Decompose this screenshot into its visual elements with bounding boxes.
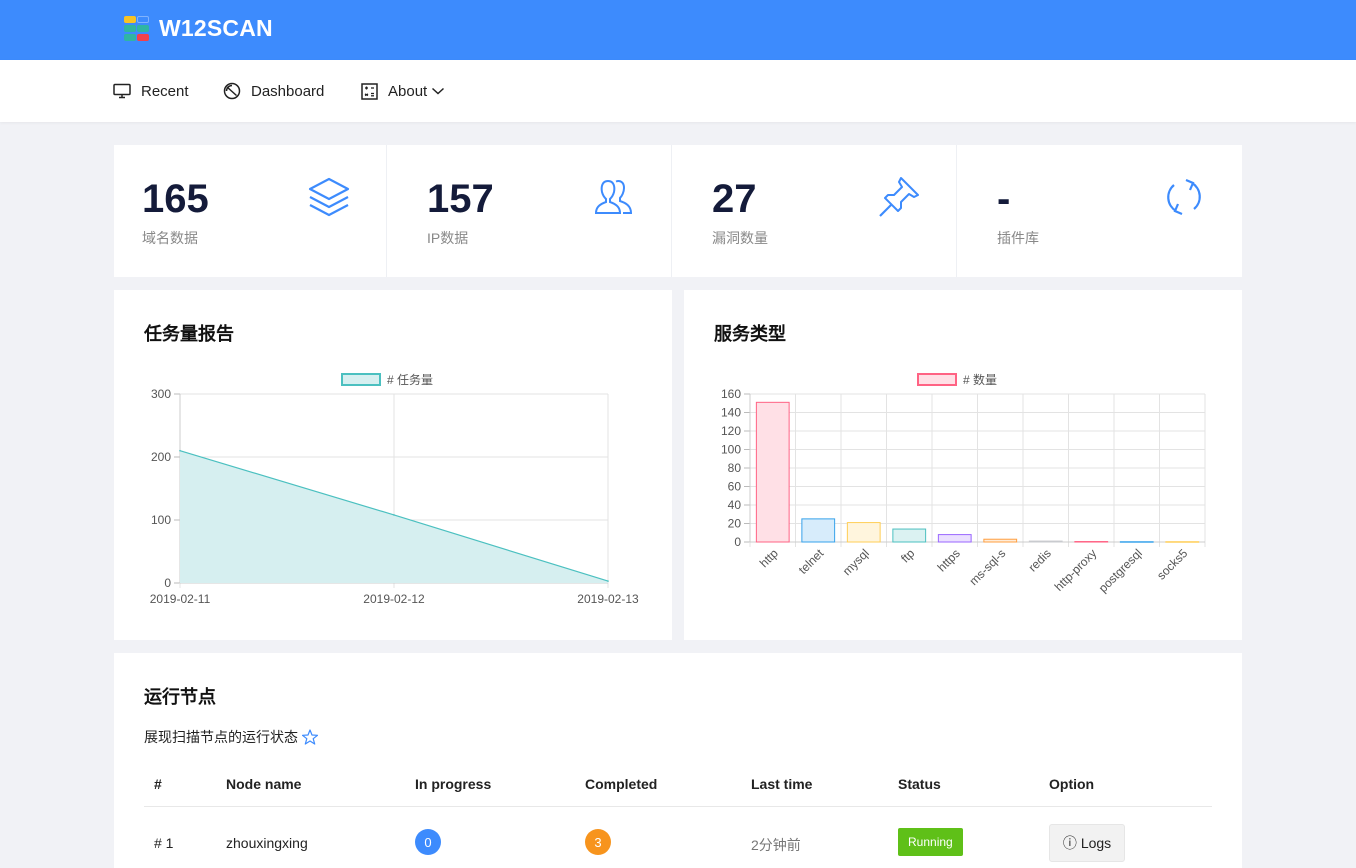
star-icon[interactable] [302, 729, 318, 745]
stat-value: 27 [712, 177, 757, 221]
x-tick-label: telnet [796, 546, 827, 577]
last-time: 2分钟前 [751, 837, 801, 853]
nav-bar: Recent Dashboard About [0, 60, 1356, 122]
y-tick-label: 100 [151, 513, 171, 527]
x-tick-label: 2019-02-11 [150, 592, 211, 606]
x-tick-label: socks5 [1154, 546, 1191, 583]
bar [801, 518, 836, 543]
stat-label: 域名数据 [142, 230, 198, 246]
nav-recent-label: Recent [141, 82, 189, 100]
stat-label: IP数据 [427, 230, 469, 246]
y-tick-label: 40 [728, 498, 742, 512]
service-chart: 020406080100120140160http telnet mysql ftp h… [721, 387, 1206, 595]
x-tick-label: 2019-02-12 [363, 592, 425, 606]
data-point [179, 449, 181, 452]
pin-icon [879, 177, 919, 217]
y-tick-label: 80 [728, 461, 742, 475]
y-tick-label: 300 [151, 387, 171, 401]
col-header-index: # [154, 776, 162, 792]
nodes-subtitle-text: 展现扫描节点的运行状态 [144, 729, 298, 745]
top-bar: W12SCAN [0, 0, 1356, 60]
y-tick-label: 20 [728, 517, 742, 531]
divider [956, 145, 957, 277]
stat-value: - [997, 177, 1011, 221]
y-tick-label: 0 [164, 576, 171, 590]
stats-card: 165 域名数据 157 IP数据 27 漏洞数量 - 插件库 [114, 145, 1242, 277]
stat-label: 插件库 [997, 230, 1039, 246]
y-tick-label: 120 [721, 424, 741, 438]
bar [846, 522, 881, 543]
y-tick-label: 60 [728, 480, 742, 494]
bar [892, 528, 927, 543]
y-tick-label: 100 [721, 443, 741, 457]
table-header-divider [144, 806, 1212, 807]
x-tick-label: ms-sql-s [966, 546, 1008, 588]
x-tick-label: ftp [898, 546, 918, 566]
info-icon: ⓘ [1062, 835, 1077, 851]
dashboard-icon [223, 82, 241, 100]
status-badge: Running [898, 828, 963, 856]
logs-button-label: Logs [1080, 835, 1112, 851]
stat-value: 157 [427, 177, 494, 221]
nav-dashboard-label: Dashboard [251, 82, 325, 100]
x-tick-label: https [935, 546, 963, 574]
stat-domains: 165 域名数据 [114, 145, 386, 277]
x-tick-label: http-proxy [1052, 546, 1100, 594]
task-report-card: 任务量报告 # 任务量 0 100 200 300 2019-02-11 2019-02-… [114, 290, 672, 640]
stat-plugins: - 插件库 [969, 145, 1241, 277]
col-header-last-time: Last time [751, 776, 813, 792]
data-point [607, 580, 609, 582]
in-progress-badge: 0 [415, 829, 441, 855]
stat-vulns: 27 漏洞数量 [684, 145, 956, 277]
y-tick-label: 200 [151, 450, 171, 464]
nodes-subtitle: 展现扫描节点的运行状态 [144, 727, 318, 747]
nav-about-label: About [388, 82, 428, 100]
bar [755, 401, 790, 543]
stat-value: 165 [142, 177, 209, 221]
bar [1119, 541, 1154, 543]
task-chart: 0 100 200 300 2019-02-11 2019-02-12 2019-02-13 [150, 387, 639, 606]
users-icon [594, 179, 633, 214]
logs-button[interactable]: ⓘ Logs [1049, 824, 1125, 862]
nav-recent[interactable]: Recent [113, 80, 189, 102]
col-header-completed: Completed [585, 776, 658, 792]
layers-icon [308, 177, 350, 217]
nav-about[interactable]: About [361, 80, 445, 102]
chevron-down-icon [432, 87, 445, 95]
app-title[interactable]: W12SCAN [159, 15, 273, 42]
y-tick-label: 140 [721, 406, 741, 420]
refresh-icon [1167, 178, 1201, 216]
col-header-in-progress: In progress [415, 776, 492, 792]
stat-ips: 157 IP数据 [399, 145, 671, 277]
col-header-node-name: Node name [226, 776, 302, 792]
col-header-status: Status [898, 776, 941, 792]
nav-dashboard[interactable]: Dashboard [223, 80, 324, 102]
x-tick-label: 2019-02-13 [577, 592, 639, 606]
service-type-card: 服务类型 # 数量 0 20 40 60 80 100 120 140 160 http telne… [684, 290, 1242, 640]
calculator-icon [361, 82, 378, 100]
node-index: # 1 [154, 835, 174, 851]
completed-badge: 3 [585, 829, 611, 855]
bar [1165, 541, 1200, 543]
bar [1074, 541, 1109, 543]
nodes-card: 运行节点 展现扫描节点的运行状态 # Node name In progress… [114, 653, 1242, 868]
divider [386, 145, 387, 277]
x-tick-label: http [757, 546, 781, 570]
divider [671, 145, 672, 277]
bar [983, 538, 1018, 543]
stat-label: 漏洞数量 [712, 230, 768, 246]
nodes-title: 运行节点 [144, 687, 216, 707]
y-tick-label: 0 [734, 535, 741, 549]
col-header-option: Option [1049, 776, 1095, 792]
data-point [393, 514, 395, 516]
x-tick-label: postgresql [1096, 546, 1145, 595]
monitor-icon [113, 83, 131, 99]
logo-icon [123, 15, 151, 43]
bar [1028, 540, 1063, 543]
x-tick-label: redis [1026, 546, 1054, 574]
bar [937, 534, 972, 543]
node-name: zhouxingxing [226, 835, 308, 851]
y-tick-label: 160 [721, 387, 741, 401]
x-tick-label: mysql [840, 546, 872, 578]
